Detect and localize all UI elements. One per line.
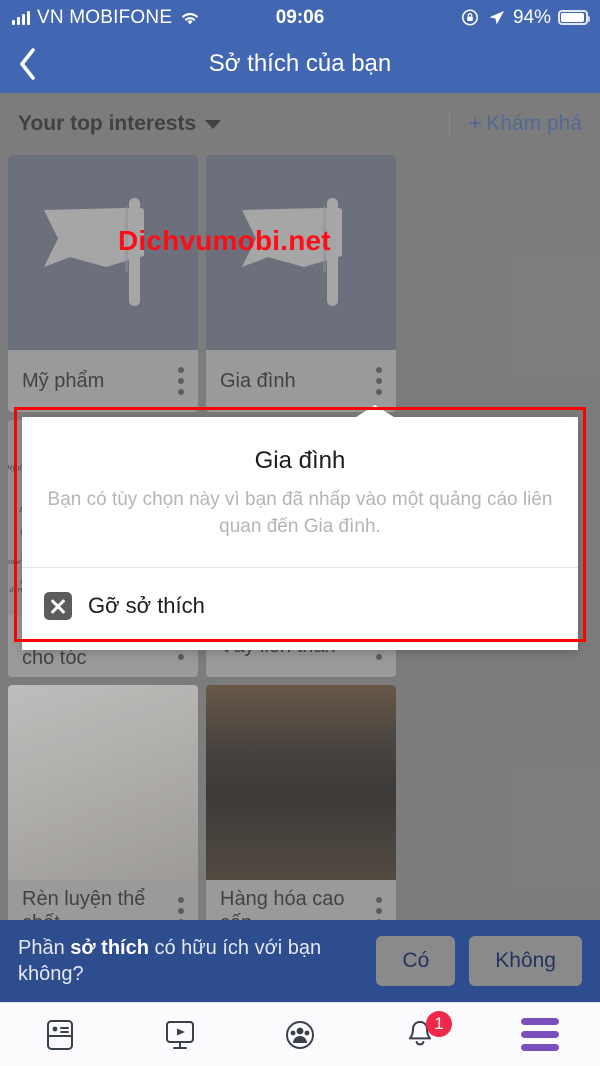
flag-placeholder-icon [242, 197, 360, 308]
battery-icon [558, 10, 590, 25]
interest-label: Mỹ phẩm [22, 369, 105, 392]
video-watch-icon [166, 1020, 194, 1049]
card-menu-button[interactable] [178, 367, 184, 395]
status-bar: VN MOBIFONE 09:06 94% [0, 0, 600, 35]
interest-thumbnail [8, 155, 198, 350]
remove-x-icon [44, 591, 72, 620]
location-arrow-icon [489, 11, 504, 25]
phone-screen: VN MOBIFONE 09:06 94% Sở thích của bạn Y… [0, 0, 600, 1066]
tab-video-watch[interactable] [120, 1003, 240, 1066]
notification-badge: 1 [426, 1010, 452, 1037]
interest-options-popup: Gia đình Bạn có tùy chọn này vì bạn đã n… [22, 417, 578, 650]
popup-description: Bạn có tùy chọn này vì bạn đã nhấp vào m… [47, 489, 553, 537]
interest-card[interactable]: Gia đình [206, 155, 396, 412]
interest-card-footer: Mỹ phẩm [8, 350, 198, 412]
chevron-down-icon [205, 119, 222, 129]
interest-label: Gia đình [220, 369, 296, 392]
survey-no-button[interactable]: Không [469, 936, 582, 986]
survey-text-bold: sở thích [70, 937, 149, 959]
tab-news-feed[interactable] [0, 1003, 120, 1066]
flag-placeholder-icon [44, 197, 162, 308]
explore-button[interactable]: + Khám phá [449, 112, 582, 136]
interest-thumbnail [206, 155, 396, 350]
tab-menu[interactable] [480, 1003, 600, 1066]
groups-icon [286, 1020, 314, 1049]
top-interests-label: Your top interests [18, 112, 197, 135]
interest-thumbnail [8, 685, 198, 880]
brown-photo-image [206, 685, 396, 880]
rotation-lock-icon [462, 9, 478, 26]
remove-interest-label: Gỡ sở thích [88, 592, 205, 618]
survey-buttons: Có Không [376, 936, 582, 986]
interest-card-footer: Gia đình [206, 350, 396, 412]
popup-caret-icon [353, 405, 397, 419]
news-feed-icon [47, 1019, 73, 1050]
card-menu-button-active[interactable] [376, 367, 382, 395]
status-bar-right: 94% [461, 6, 590, 29]
white-photo-image [8, 685, 198, 880]
popup-body: Gia đình Bạn có tùy chọn này vì bạn đã n… [22, 417, 578, 567]
remove-interest-button[interactable]: Gỡ sở thích [22, 568, 578, 650]
interest-card[interactable]: Mỹ phẩm [8, 155, 198, 412]
interest-thumbnail [206, 685, 396, 880]
survey-text-before: Phần [18, 937, 71, 959]
feedback-survey-bar: Phần sở thích có hữu ích với bạn không? … [0, 920, 600, 1002]
battery-percent-label: 94% [512, 6, 551, 28]
explore-label: Khám phá [486, 112, 582, 135]
interest-card[interactable]: Rèn luyện thể chất [8, 685, 198, 942]
top-interests-dropdown[interactable]: Your top interests [18, 112, 222, 136]
survey-question: Phần sở thích có hữu ích với bạn không? [18, 935, 348, 987]
menu-hamburger-icon [521, 1018, 559, 1051]
bottom-tab-bar: 1 [0, 1002, 600, 1066]
plus-icon: + [468, 110, 483, 137]
navigation-header: Sở thích của bạn [0, 35, 600, 93]
survey-yes-button[interactable]: Có [376, 936, 456, 986]
tab-notifications[interactable]: 1 [360, 1003, 480, 1066]
interests-subheader: Your top interests + Khám phá [0, 93, 600, 155]
interest-card[interactable]: Hàng hóa cao cấp [206, 685, 396, 942]
tab-groups[interactable] [240, 1003, 360, 1066]
popup-title: Gia đình [254, 447, 346, 474]
page-title: Sở thích của bạn [208, 50, 392, 77]
